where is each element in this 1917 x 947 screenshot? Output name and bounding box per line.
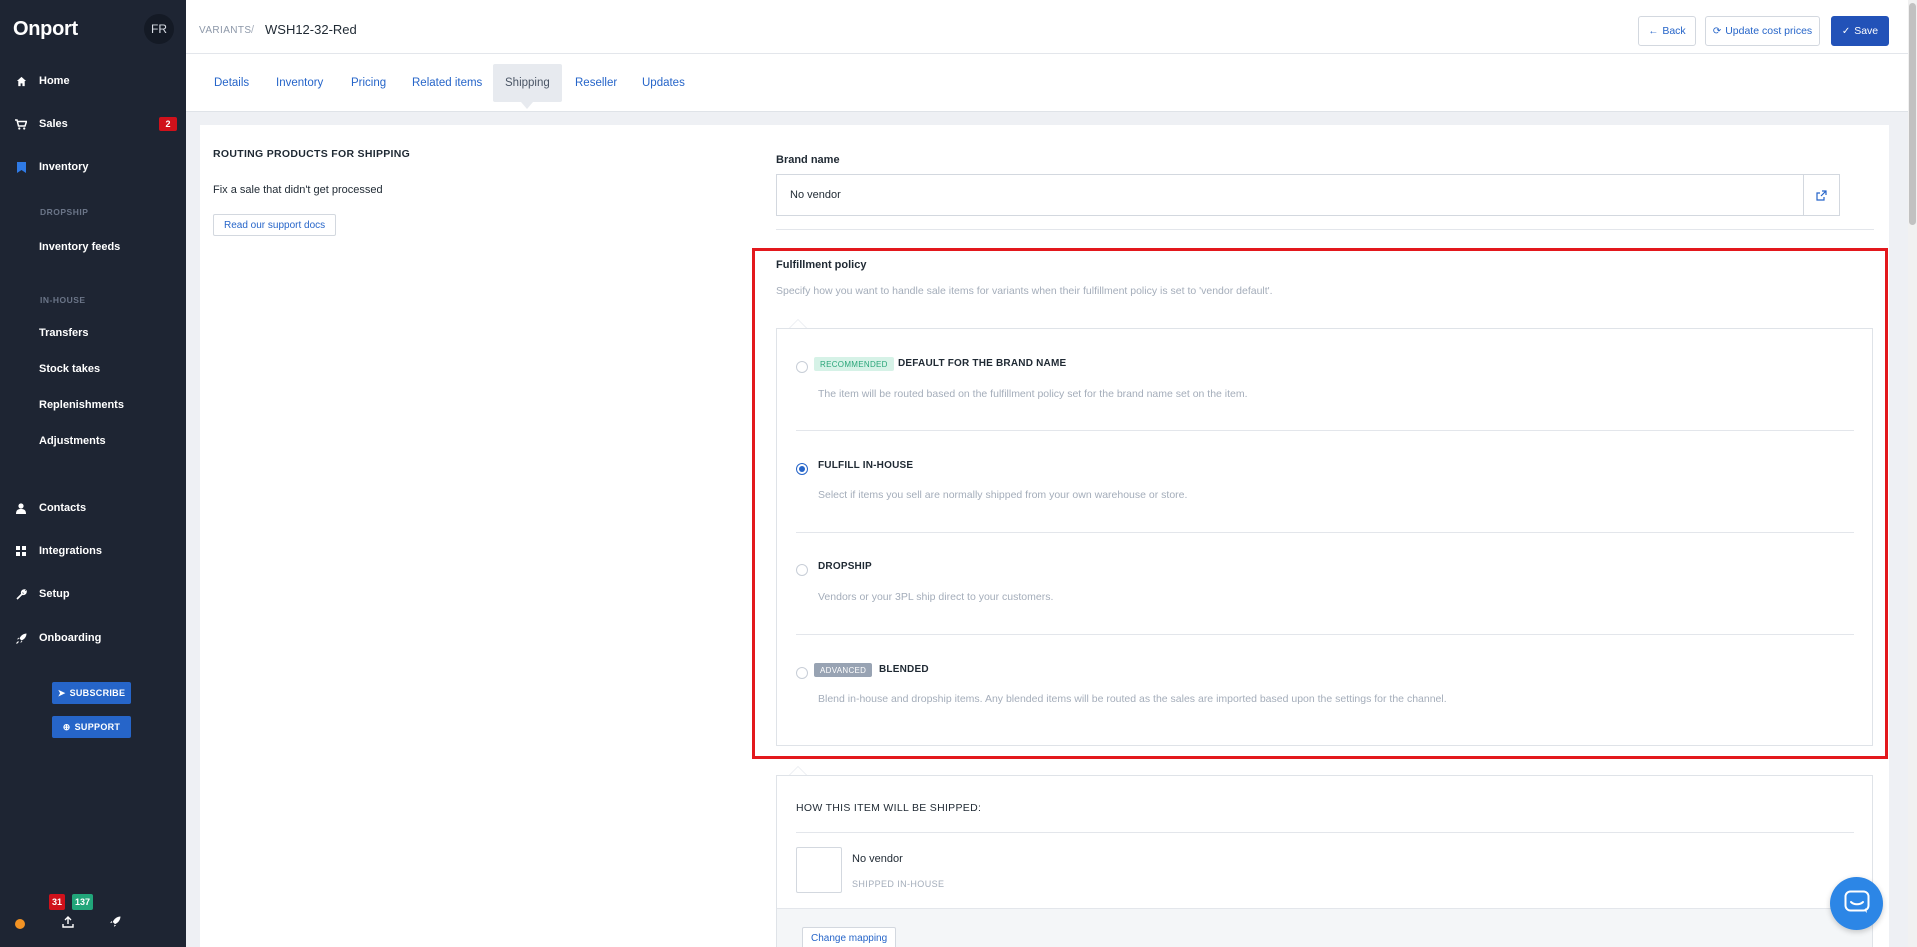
- brand-name-value: No vendor: [790, 189, 841, 201]
- scrollbar[interactable]: [1908, 0, 1917, 947]
- scrollbar-thumb[interactable]: [1909, 3, 1916, 225]
- shipping-summary: HOW THIS ITEM WILL BE SHIPPED: No vendor…: [776, 775, 1873, 947]
- save-button[interactable]: ✓ Save: [1831, 16, 1889, 46]
- sidebar-item-label: Setup: [39, 588, 70, 600]
- chat-launcher[interactable]: [1830, 877, 1883, 930]
- sidebar-item-integrations[interactable]: Integrations: [0, 539, 186, 563]
- sidebar-item-replenishments[interactable]: Replenishments: [0, 393, 186, 417]
- sidebar-item-adjustments[interactable]: Adjustments: [0, 429, 186, 453]
- back-button[interactable]: ← Back: [1638, 16, 1696, 46]
- brand-name-label: Brand name: [776, 154, 840, 166]
- chat-icon: [1844, 890, 1870, 917]
- tab-pricing[interactable]: Pricing: [339, 64, 398, 102]
- shipping-method: SHIPPED IN-HOUSE: [852, 879, 945, 889]
- check-icon: ✓: [1841, 25, 1851, 37]
- vendor-name: No vendor: [852, 853, 903, 865]
- upload-icon[interactable]: [61, 915, 75, 929]
- breadcrumb[interactable]: VARIANTS: [199, 25, 251, 36]
- sidebar-item-label: Contacts: [39, 502, 87, 514]
- sidebar-item-inventory[interactable]: Inventory: [0, 155, 186, 179]
- sidebar-item-label: Onboarding: [39, 632, 102, 644]
- divider: [796, 832, 1854, 833]
- sidebar-item-inventory-feeds[interactable]: Inventory feeds: [0, 235, 186, 259]
- shipping-summary-title: HOW THIS ITEM WILL BE SHIPPED:: [796, 802, 982, 814]
- app-logo[interactable]: Onport: [13, 18, 78, 41]
- save-label: Save: [1854, 25, 1879, 37]
- refresh-icon: ⟳: [1712, 25, 1722, 37]
- sidebar-item-label: Sales: [39, 118, 68, 130]
- rocket-icon[interactable]: [108, 915, 122, 929]
- update-cost-prices-button[interactable]: ⟳ Update cost prices: [1705, 16, 1820, 46]
- highlight-box: [752, 248, 1888, 759]
- page-title: WSH12-32-Red: [265, 22, 357, 37]
- tab-reseller[interactable]: Reseller: [563, 64, 629, 102]
- vendor-image: [796, 847, 842, 893]
- sidebar-item-contacts[interactable]: Contacts: [0, 496, 186, 520]
- user-icon: [15, 502, 27, 514]
- sidebar-item-label: Home: [39, 75, 70, 87]
- subscribe-label: SUBSCRIBE: [69, 688, 126, 698]
- breadcrumb-separator: /: [251, 24, 255, 36]
- arrow-left-icon: ←: [1648, 25, 1659, 37]
- sidebar-item-home[interactable]: Home: [0, 69, 186, 93]
- sales-count-badge: 2: [159, 117, 177, 131]
- support-button[interactable]: ⊕ SUPPORT: [52, 716, 131, 738]
- sidebar-item-onboarding[interactable]: Onboarding: [0, 626, 186, 650]
- notification-count-red: 31: [49, 894, 66, 910]
- tab-shipping[interactable]: Shipping: [493, 64, 562, 109]
- sidebar-item-setup[interactable]: Setup: [0, 582, 186, 606]
- sidebar-item-label: Integrations: [39, 545, 102, 557]
- caret-indicator: [789, 766, 807, 775]
- tab-related-items[interactable]: Related items: [400, 64, 494, 102]
- support-label: SUPPORT: [74, 722, 121, 732]
- update-cost-label: Update cost prices: [1725, 25, 1813, 37]
- divider: [776, 229, 1874, 230]
- tab-updates[interactable]: Updates: [630, 64, 697, 102]
- sidebar-item-transfers[interactable]: Transfers: [0, 321, 186, 345]
- section-inhouse: IN-HOUSE: [40, 295, 86, 305]
- routing-text: Fix a sale that didn't get processed: [213, 184, 383, 196]
- help-icon: ⊕: [62, 721, 71, 732]
- back-label: Back: [1662, 25, 1686, 37]
- home-icon: [15, 75, 27, 87]
- subscribe-button[interactable]: ➤ SUBSCRIBE: [52, 682, 131, 704]
- routing-title: ROUTING PRODUCTS FOR SHIPPING: [213, 148, 411, 160]
- tab-bar: Details Inventory Pricing Related items …: [186, 54, 1908, 112]
- brand-name-field[interactable]: No vendor: [776, 174, 1840, 216]
- send-icon: ➤: [57, 687, 66, 698]
- top-bar: VARIANTS / WSH12-32-Red ← Back ⟳ Update …: [186, 0, 1908, 54]
- support-docs-button[interactable]: Read our support docs: [213, 214, 337, 236]
- shipping-summary-footer: Change mapping: [777, 908, 1872, 947]
- notification-count-green: 137: [72, 894, 94, 910]
- grid-icon: [15, 545, 27, 557]
- shipping-card: ROUTING PRODUCTS FOR SHIPPING Fix a sale…: [200, 125, 1889, 947]
- rocket-icon: [15, 632, 27, 644]
- sidebar-item-label: Inventory: [39, 161, 89, 173]
- sidebar-item-stock-takes[interactable]: Stock takes: [0, 357, 186, 381]
- tab-inventory[interactable]: Inventory: [264, 64, 335, 102]
- tab-details[interactable]: Details: [202, 64, 261, 102]
- status-dot: [15, 919, 25, 929]
- external-link-icon[interactable]: [1803, 175, 1839, 215]
- user-avatar[interactable]: FR: [144, 14, 174, 44]
- cart-icon: [15, 118, 27, 130]
- bookmark-icon: [15, 161, 27, 173]
- wrench-icon: [15, 588, 27, 600]
- sidebar: Onport FR Home Sales 2 Inventory DROPSHI…: [0, 0, 186, 947]
- section-dropship: DROPSHIP: [40, 207, 89, 217]
- change-mapping-button[interactable]: Change mapping: [802, 927, 897, 947]
